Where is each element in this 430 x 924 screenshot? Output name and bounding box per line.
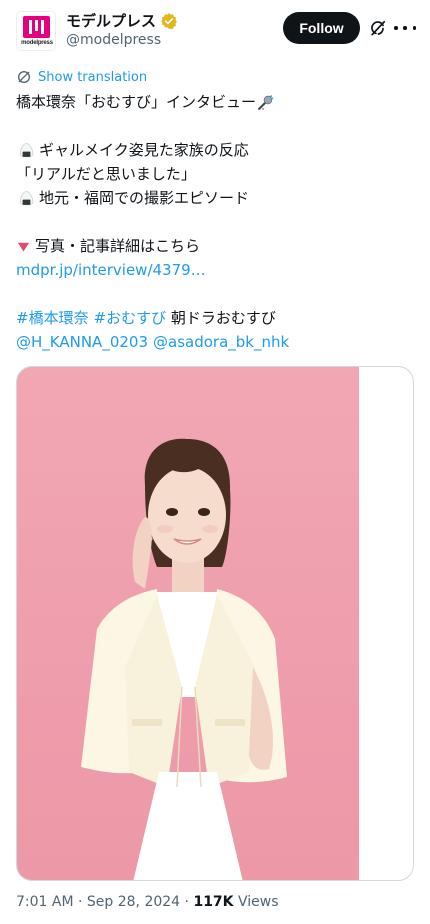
tweet-line-5: 写真・記事詳細はこちら bbox=[16, 234, 416, 258]
tweet-line-link: mdpr.jp/interview/4379… bbox=[16, 258, 416, 282]
tweet-timestamp: 7:01 AM · Sep 28, 2024 · 117K Views bbox=[16, 894, 279, 910]
tweet-line-2: ギャルメイク姿見た家族の反応 bbox=[16, 138, 416, 162]
portrait-illustration bbox=[81, 438, 287, 880]
grok-icon[interactable] bbox=[368, 18, 388, 38]
tweet-line-hashtags: #橋本環奈 #おむすび 朝ドラおむすび bbox=[16, 306, 416, 330]
tweet-date[interactable]: Sep 28, 2024 bbox=[87, 894, 180, 910]
more-icon[interactable] bbox=[394, 18, 416, 38]
show-translation-link[interactable]: Show translation bbox=[16, 69, 147, 85]
avatar[interactable]: modelpress bbox=[16, 11, 56, 51]
mention-h-kanna[interactable]: @H_KANNA_0203 bbox=[16, 330, 148, 354]
mention-asadora[interactable]: @asadora_bk_nhk bbox=[153, 330, 289, 354]
hashtag-hashimoto-kanna[interactable]: #橋本環奈 bbox=[16, 306, 89, 330]
tweet-line-4: 地元・福岡での撮影エピソード bbox=[16, 186, 416, 210]
display-name[interactable]: モデルプレス bbox=[66, 10, 156, 31]
show-translation-label[interactable]: Show translation bbox=[38, 70, 147, 85]
tweet-media[interactable] bbox=[16, 366, 414, 881]
rice-ball-icon bbox=[19, 142, 34, 157]
red-triangle-down-icon bbox=[17, 242, 30, 251]
tweet-text: 橋本環奈「おむすび」インタビュー ギャルメイク姿見た家族の反応 「リアルだと思い… bbox=[16, 90, 416, 354]
views-count: 117K bbox=[193, 894, 234, 910]
tweet-photo[interactable] bbox=[17, 367, 359, 880]
tweet-time[interactable]: 7:01 AM bbox=[16, 894, 74, 910]
avatar-brand-text: modelpress bbox=[21, 40, 53, 46]
name-row: モデルプレス bbox=[66, 10, 178, 31]
follow-button[interactable]: Follow bbox=[283, 12, 360, 44]
translate-globe-icon bbox=[18, 71, 30, 83]
tweet-header: modelpress モデルプレス @modelpress Follow bbox=[0, 0, 430, 62]
microphone-icon bbox=[258, 94, 274, 110]
rice-ball-icon bbox=[19, 190, 34, 205]
views-label: Views bbox=[237, 894, 279, 910]
tweet-line-1: 橋本環奈「おむすび」インタビュー bbox=[16, 90, 416, 114]
verified-icon[interactable] bbox=[160, 12, 178, 30]
handle[interactable]: @modelpress bbox=[66, 32, 161, 48]
tweet-line-3: 「リアルだと思いました」 bbox=[16, 165, 196, 183]
hashtag-omusubi[interactable]: #おむすび bbox=[94, 306, 167, 330]
article-link[interactable]: mdpr.jp/interview/4379… bbox=[16, 258, 206, 282]
tweet-line-mentions: @H_KANNA_0203 @asadora_bk_nhk bbox=[16, 330, 416, 354]
